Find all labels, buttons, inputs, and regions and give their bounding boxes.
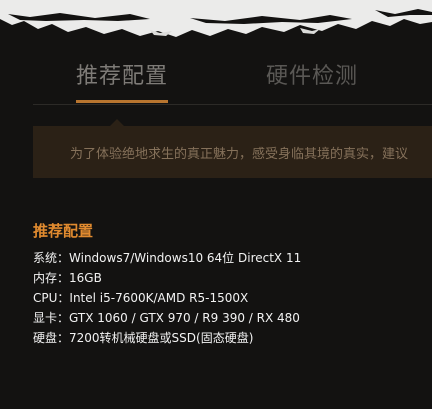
spec-cpu: CPU：Intel i5-7600K/AMD R5-1500X [33,288,301,308]
spec-memory-value: 16GB [69,271,102,285]
brush-stroke-banner [0,0,432,37]
tab-hardware-check-label: 硬件检测 [266,64,359,89]
tab-hardware-check[interactable]: 硬件检测 [266,58,358,90]
spec-list: 系统：Windows7/Windows10 64位 DirectX 11 内存：… [33,248,301,348]
spec-cpu-label: CPU： [33,291,70,305]
spec-gpu-label: 显卡： [33,311,70,325]
spec-disk-label: 硬盘： [33,331,70,345]
active-tab-indicator [76,100,169,103]
spec-gpu-value: GTX 1060 / GTX 970 / R9 390 / RX 480 [69,311,300,325]
page: 推荐配置 硬件检测 为了体验绝地求生的真正魅力，感受身临其境的真实，建议 推荐配… [0,0,432,409]
spec-memory: 内存：16GB [33,268,301,288]
spec-disk-value: 7200转机械硬盘或SSD(固态硬盘) [69,331,254,345]
notice-text: 为了体验绝地求生的真正魅力，感受身临其境的真实，建议 [70,147,409,162]
spec-os-value: Windows7/Windows10 64位 DirectX 11 [69,251,302,265]
tab-recommended-config[interactable]: 推荐配置 [76,58,169,103]
spec-os: 系统：Windows7/Windows10 64位 DirectX 11 [33,248,301,268]
spec-cpu-value: Intel i5-7600K/AMD R5-1500X [69,291,249,305]
notice-banner: 为了体验绝地求生的真正魅力，感受身临其境的真实，建议 [33,126,432,178]
tab-recommended-config-label: 推荐配置 [76,64,169,89]
spec-os-label: 系统： [33,251,70,265]
recommended-config-title: 推荐配置 [33,222,94,240]
spec-disk: 硬盘：7200转机械硬盘或SSD(固态硬盘) [33,328,301,348]
spec-gpu: 显卡：GTX 1060 / GTX 970 / R9 390 / RX 480 [33,308,301,328]
tab-bar: 推荐配置 硬件检测 [33,50,432,105]
spec-memory-label: 内存： [33,271,70,285]
